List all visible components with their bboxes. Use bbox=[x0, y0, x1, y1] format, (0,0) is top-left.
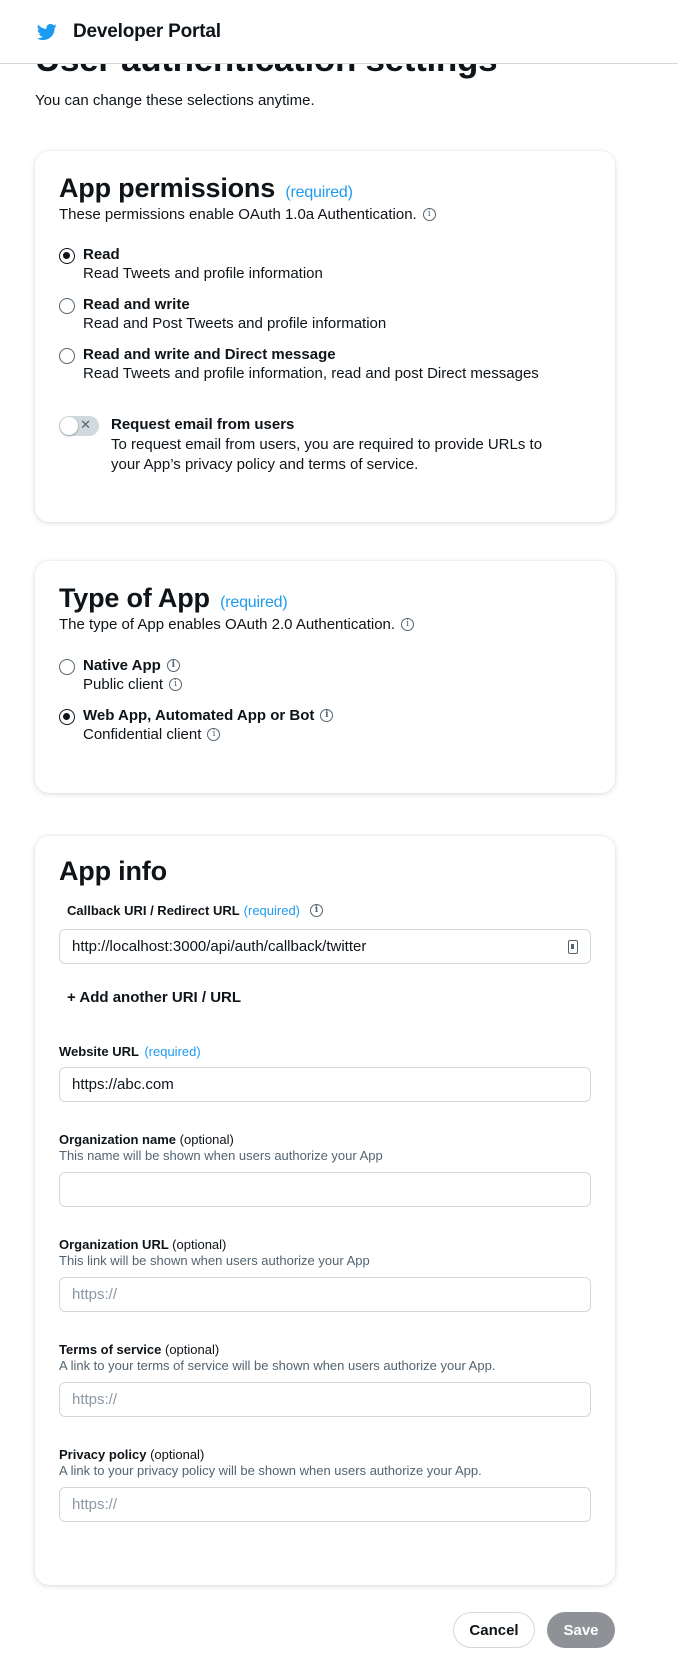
request-email-label: Request email from users bbox=[111, 416, 295, 433]
type-of-app-title: Type of App bbox=[59, 583, 210, 613]
request-email-description: To request email from users, you are req… bbox=[111, 436, 543, 473]
org-url-input[interactable]: https:// bbox=[59, 1277, 591, 1312]
privacy-policy-help: A link to your privacy policy will be sh… bbox=[59, 1463, 482, 1478]
type-of-app-card: Type of App (required) The type of App e… bbox=[35, 561, 615, 793]
tos-input[interactable]: https:// bbox=[59, 1382, 591, 1417]
option-description: Public client bbox=[83, 676, 164, 693]
info-icon[interactable]: i bbox=[166, 659, 180, 672]
privacy-policy-placeholder: https:// bbox=[72, 1496, 118, 1513]
tos-label-text: Terms of service bbox=[59, 1342, 162, 1357]
callback-url-label: Callback URI / Redirect URL (required) i bbox=[67, 903, 591, 918]
cancel-button[interactable]: Cancel bbox=[453, 1612, 535, 1648]
tos-placeholder: https:// bbox=[72, 1391, 118, 1408]
permission-option-read[interactable]: Read Read Tweets and profile information bbox=[59, 246, 591, 282]
app-info-title: App info bbox=[59, 856, 167, 886]
app-info-card: App info Callback URI / Redirect URL (re… bbox=[35, 836, 615, 1585]
info-icon[interactable]: i bbox=[401, 618, 415, 631]
optional-tag: (optional) bbox=[179, 1132, 234, 1147]
option-description: Read and Post Tweets and profile informa… bbox=[83, 315, 387, 332]
callback-url-input[interactable]: http://localhost:3000/api/auth/callback/… bbox=[59, 929, 591, 964]
org-url-label: Organization URL (optional) bbox=[59, 1237, 591, 1252]
radio-read-write-dm[interactable] bbox=[59, 348, 75, 364]
option-description: Read Tweets and profile information bbox=[83, 265, 323, 282]
save-button[interactable]: Save bbox=[547, 1612, 615, 1648]
option-description: Confidential client bbox=[83, 726, 202, 743]
optional-tag: (optional) bbox=[165, 1342, 220, 1357]
org-name-input[interactable] bbox=[59, 1172, 591, 1207]
radio-read[interactable] bbox=[59, 248, 75, 264]
info-icon[interactable]: i bbox=[310, 904, 324, 917]
org-url-label-text: Organization URL bbox=[59, 1237, 169, 1252]
org-name-label: Organization name (optional) bbox=[59, 1132, 591, 1147]
option-label: Web App, Automated App or Bot bbox=[83, 707, 315, 724]
app-permissions-card: App permissions (required) These permiss… bbox=[35, 151, 615, 522]
website-url-value: https://abc.com bbox=[72, 1076, 174, 1093]
required-tag: (required) bbox=[220, 594, 288, 611]
brand-title[interactable]: Developer Portal bbox=[73, 21, 221, 43]
autofill-icon[interactable] bbox=[568, 940, 578, 954]
option-label: Read bbox=[83, 246, 120, 263]
page-subtitle: You can change these selections anytime. bbox=[35, 92, 315, 109]
type-of-app-description-text: The type of App enables OAuth 2.0 Authen… bbox=[59, 616, 396, 633]
required-tag: (required) bbox=[144, 1044, 201, 1059]
close-icon: ✕ bbox=[80, 417, 91, 432]
app-type-option-native[interactable]: Native App i Public client i bbox=[59, 657, 591, 693]
callback-url-label-text: Callback URI / Redirect URL bbox=[67, 903, 240, 918]
option-label: Read and write and Direct message bbox=[83, 346, 336, 363]
type-of-app-description: The type of App enables OAuth 2.0 Authen… bbox=[59, 616, 591, 633]
app-permissions-title: App permissions bbox=[59, 173, 276, 203]
toggle-knob bbox=[60, 417, 78, 435]
org-name-help: This name will be shown when users autho… bbox=[59, 1148, 383, 1163]
privacy-policy-label-text: Privacy policy bbox=[59, 1447, 147, 1462]
org-url-help: This link will be shown when users autho… bbox=[59, 1253, 370, 1268]
website-url-label-text: Website URL bbox=[59, 1044, 139, 1059]
org-name-label-text: Organization name bbox=[59, 1132, 177, 1147]
optional-tag: (optional) bbox=[172, 1237, 227, 1252]
app-permissions-description: These permissions enable OAuth 1.0a Auth… bbox=[59, 206, 591, 223]
required-tag: (required) bbox=[285, 184, 353, 201]
org-url-placeholder: https:// bbox=[72, 1286, 118, 1303]
callback-url-value: http://localhost:3000/api/auth/callback/… bbox=[72, 938, 367, 955]
option-label-row: Native App i bbox=[83, 657, 182, 674]
tos-label: Terms of service (optional) bbox=[59, 1342, 591, 1357]
option-label-row: Web App, Automated App or Bot i bbox=[83, 707, 334, 724]
website-url-label: Website URL (required) bbox=[59, 1044, 591, 1059]
website-url-input[interactable]: https://abc.com bbox=[59, 1067, 591, 1102]
privacy-policy-input[interactable]: https:// bbox=[59, 1487, 591, 1522]
type-of-app-heading: Type of App (required) bbox=[59, 583, 591, 614]
option-description-row: Confidential client i bbox=[83, 726, 333, 743]
top-bar: Developer Portal bbox=[0, 0, 678, 64]
required-tag: (required) bbox=[243, 903, 301, 918]
info-icon[interactable]: i bbox=[169, 678, 183, 691]
option-description: Read Tweets and profile information, rea… bbox=[83, 365, 539, 382]
option-label: Read and write bbox=[83, 296, 190, 313]
app-type-option-web[interactable]: Web App, Automated App or Bot i Confiden… bbox=[59, 707, 591, 743]
request-email-row: ✕ Request email from users To request em… bbox=[59, 416, 591, 475]
info-icon[interactable]: i bbox=[320, 709, 334, 722]
optional-tag: (optional) bbox=[150, 1447, 205, 1462]
radio-read-write[interactable] bbox=[59, 298, 75, 314]
permission-option-read-write-dm[interactable]: Read and write and Direct message Read T… bbox=[59, 346, 591, 382]
tos-help: A link to your terms of service will be … bbox=[59, 1358, 496, 1373]
app-permissions-heading: App permissions (required) bbox=[59, 173, 591, 204]
radio-web-app[interactable] bbox=[59, 709, 75, 725]
privacy-policy-label: Privacy policy (optional) bbox=[59, 1447, 591, 1462]
request-email-toggle[interactable]: ✕ bbox=[59, 416, 99, 436]
radio-native-app[interactable] bbox=[59, 659, 75, 675]
twitter-bird-icon[interactable] bbox=[36, 22, 58, 42]
info-icon[interactable]: i bbox=[422, 208, 436, 221]
info-icon[interactable]: i bbox=[207, 728, 221, 741]
permission-option-read-write[interactable]: Read and write Read and Post Tweets and … bbox=[59, 296, 591, 332]
option-label: Native App bbox=[83, 657, 161, 674]
app-permissions-description-text: These permissions enable OAuth 1.0a Auth… bbox=[59, 206, 417, 223]
add-uri-button[interactable]: + Add another URI / URL bbox=[67, 989, 591, 1006]
option-description-row: Public client i bbox=[83, 676, 183, 693]
